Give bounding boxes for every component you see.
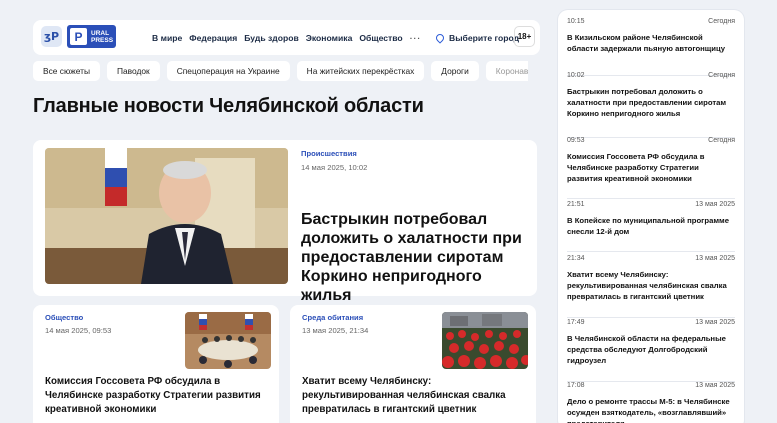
news-feed[interactable]: 10:15 Сегодня В Кизильском районе Челяби…	[558, 10, 744, 423]
feed-item[interactable]: 21:34 13 мая 2025 Хватит всему Челябинск…	[567, 255, 735, 318]
news-card[interactable]: Среда обитания 13 мая 2025, 21:34 Хватит…	[290, 305, 536, 423]
news-category[interactable]: Среда обитания	[302, 313, 363, 322]
location-pin-icon	[434, 31, 446, 44]
hero-news-image[interactable]	[45, 148, 288, 284]
feed-item[interactable]: 17:49 13 мая 2025 В Челябинской области …	[567, 319, 735, 382]
logo-text: URAL PRESS	[91, 30, 113, 44]
feed-day: Сегодня	[708, 72, 735, 79]
news-thumbnail[interactable]	[185, 312, 271, 369]
nav-item-federation[interactable]: Федерация	[189, 33, 237, 43]
hero-news-card[interactable]: Происшествия 14 мая 2025, 10:02 Бастрыки…	[33, 140, 537, 304]
feed-day: Сегодня	[708, 18, 735, 25]
feed-day: 13 мая 2025	[695, 201, 735, 208]
feed-text[interactable]: Хватит всему Челябинску: рекультивирован…	[567, 269, 735, 303]
hero-category[interactable]: Происшествия	[301, 149, 357, 158]
logo-text-line1: URAL	[91, 29, 110, 37]
logo-text-line2: PRESS	[91, 36, 114, 44]
news-title[interactable]: Хватит всему Челябинску: рекультивирован…	[302, 375, 530, 417]
tag-coronavirus[interactable]: Коронавирус	[485, 61, 528, 81]
nav-item-world[interactable]: В мире	[152, 33, 182, 43]
news-date: 13 мая 2025, 21:34	[302, 326, 369, 335]
tag-all-stories[interactable]: Все сюжеты	[33, 61, 100, 81]
hero-title[interactable]: Бастрыкин потребовал доложить о халатнос…	[301, 210, 533, 305]
feed-item[interactable]: 10:02 Сегодня Бастрыкин потребовал долож…	[567, 72, 735, 138]
news-thumbnail[interactable]	[442, 312, 528, 369]
feed-day: 13 мая 2025	[695, 382, 735, 389]
feed-time: 21:51	[567, 201, 585, 208]
feed-text[interactable]: В Копейске по муниципальной программе сн…	[567, 215, 735, 237]
news-date: 14 мая 2025, 09:53	[45, 326, 112, 335]
tag-special-operation[interactable]: Спецоперация на Украине	[166, 61, 290, 81]
age-rating-badge: 18+	[514, 26, 535, 47]
feed-item[interactable]: 10:15 Сегодня В Кизильском районе Челяби…	[567, 18, 735, 76]
nav-item-economy[interactable]: Экономика	[306, 33, 353, 43]
feed-item[interactable]: 17:08 13 мая 2025 Дело о ремонте трассы …	[567, 382, 735, 423]
feed-text[interactable]: Дело о ремонте трассы М-5: в Челябинске …	[567, 396, 735, 423]
feed-item[interactable]: 09:53 Сегодня Комиссия Госсовета РФ обсу…	[567, 137, 735, 199]
site-header: ʒP P URAL PRESS В мире Федерация Будь зд…	[33, 20, 540, 55]
region-selector[interactable]: Выберите город	[434, 20, 520, 55]
main-nav: В мире Федерация Будь здоров Экономика О…	[152, 20, 421, 55]
uralpress-logo[interactable]: P URAL PRESS	[67, 25, 116, 48]
feed-time: 09:53	[567, 137, 585, 144]
feed-text[interactable]: Бастрыкин потребовал доложить о халатнос…	[567, 86, 735, 120]
news-card[interactable]: Общество 14 мая 2025, 09:53 Комиссия Гос…	[33, 305, 279, 423]
logo-p-icon: P	[70, 28, 87, 45]
feed-text[interactable]: В Челябинской области на федеральные сре…	[567, 333, 735, 367]
nav-item-health[interactable]: Будь здоров	[244, 33, 299, 43]
region-label: Выберите город	[449, 32, 520, 43]
nav-item-society[interactable]: Общество	[359, 33, 402, 43]
page-title: Главные новости Челябинской области	[33, 95, 424, 117]
hero-date: 14 мая 2025, 10:02	[301, 163, 368, 172]
feed-text[interactable]: Комиссия Госсовета РФ обсудила в Челябин…	[567, 151, 735, 185]
news-category[interactable]: Общество	[45, 313, 83, 322]
feed-time: 21:34	[567, 255, 585, 262]
feed-text[interactable]: В Кизильском районе Челябинской области …	[567, 32, 735, 54]
feed-day: 13 мая 2025	[695, 319, 735, 326]
app-logo-icon[interactable]: ʒP	[41, 26, 62, 47]
feed-day: 13 мая 2025	[695, 255, 735, 262]
feed-time: 17:49	[567, 319, 585, 326]
tag-flood[interactable]: Паводок	[106, 61, 160, 81]
feed-day: Сегодня	[708, 137, 735, 144]
feed-time: 17:08	[567, 382, 585, 389]
topic-tags: Все сюжеты Паводок Спецоперация на Украи…	[33, 61, 528, 81]
tag-roads[interactable]: Дороги	[431, 61, 479, 81]
tag-life-crossroads[interactable]: На житейских перекрёстках	[296, 61, 425, 81]
feed-item[interactable]: 21:51 13 мая 2025 В Копейске по муниципа…	[567, 201, 735, 252]
more-menu-icon[interactable]: ···	[410, 33, 422, 43]
feed-time: 10:15	[567, 18, 585, 25]
feed-time: 10:02	[567, 72, 585, 79]
news-title[interactable]: Комиссия Госсовета РФ обсудила в Челябин…	[45, 375, 273, 417]
